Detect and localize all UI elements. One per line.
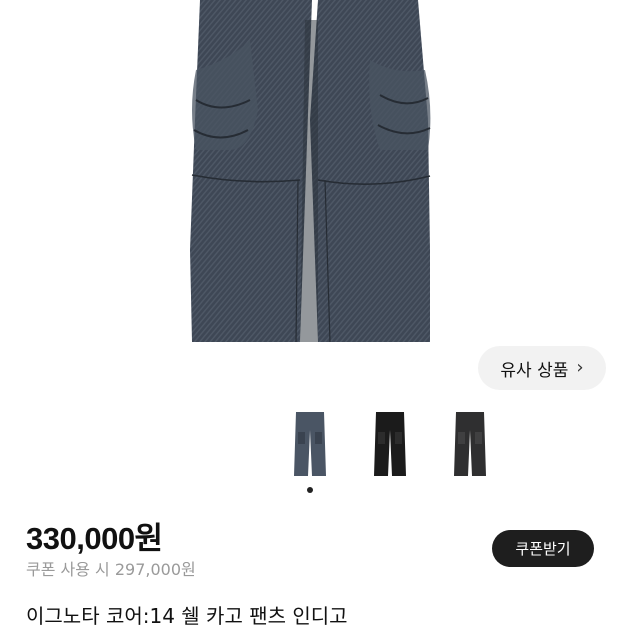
product-title: 이그노타 코어:14 쉘 카고 팬츠 인디고 xyxy=(26,604,348,628)
coupon-download-button[interactable]: 쿠폰받기 xyxy=(492,530,594,567)
chevron-right-icon: › xyxy=(576,357,584,378)
product-price: 330,000원 xyxy=(26,521,163,556)
similar-products-label: 유사 상품 xyxy=(500,360,569,381)
product-image[interactable] xyxy=(0,0,620,400)
thumbnail-indigo[interactable] xyxy=(290,410,330,478)
cargo-pants-illustration xyxy=(190,0,431,343)
pants-thumb-indigo-icon xyxy=(294,412,326,476)
pants-thumb-black-icon xyxy=(374,412,406,476)
thumbnail-black[interactable] xyxy=(370,410,410,478)
coupon-price-text: 쿠폰 사용 시 297,000원 xyxy=(26,560,196,579)
color-thumbnail-list xyxy=(0,410,620,480)
thumbnail-charcoal[interactable] xyxy=(450,410,490,478)
similar-products-button[interactable]: 유사 상품 › xyxy=(478,346,606,390)
gallery-page-indicator xyxy=(307,487,313,493)
pants-thumb-charcoal-icon xyxy=(454,412,486,476)
